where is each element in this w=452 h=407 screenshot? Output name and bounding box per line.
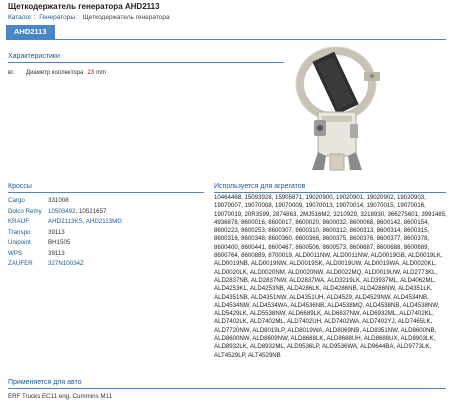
cross-code: 39113 (48, 249, 65, 257)
cross-row: KRAUF AHD2113KS, AHD2113MG (8, 217, 122, 228)
cross-code: 10521657 (78, 207, 107, 215)
breadcrumb-generators[interactable]: Генераторы (39, 14, 75, 21)
product-photo (295, 46, 380, 171)
cross-code[interactable]: AHD2113KS, AHD2113MG (48, 218, 122, 225)
breadcrumb-current: Щеткодержатель генератора (82, 14, 170, 21)
characteristic-row: вг. Диаметр коллектора 23 mm (8, 70, 106, 76)
cross-code: 39113 (48, 228, 65, 236)
cross-row: WPS 39113 (8, 249, 122, 260)
cross-row: ZAUFER 327N10034Z (8, 259, 122, 270)
cross-brand: Transpo (8, 228, 31, 236)
aggregates-heading: Используется для агрегатов (214, 182, 446, 193)
cross-brand: WPS (8, 249, 23, 257)
cross-heading: Кроссы (8, 182, 204, 193)
cross-row: Dolco Remy 10503492, 10521657 (8, 207, 122, 218)
characteristic-value: 23 (87, 70, 95, 76)
breadcrumb-catalog[interactable]: Каталог (8, 14, 32, 21)
aggregates-list: 10464468, 15093928, 15905871, 19020900, … (214, 194, 447, 359)
tab-product[interactable]: AHD2113 (6, 25, 55, 39)
apply-vehicle: ERF Trucks EC11 eng. Cummins M11 (8, 393, 112, 400)
cross-brand: Dolco Remy (8, 207, 42, 215)
cross-brand: Unipoint (8, 239, 31, 246)
cross-code[interactable]: 327N10034Z (48, 260, 84, 267)
characteristic-unit: mm (96, 70, 107, 76)
cross-code: 331008 (48, 197, 69, 204)
cross-code: BH1505 (48, 239, 71, 246)
cross-table: Cargo 331008 Dolco Remy 10503492, 10521657 K… (8, 196, 122, 270)
cross-row: Cargo 331008 (8, 196, 122, 207)
cross-brand: KRAUF (8, 218, 29, 225)
cross-brand: Cargo (8, 197, 25, 204)
apply-heading: Применяется для авто (8, 378, 446, 389)
cross-brand: ZAUFER (8, 260, 33, 267)
cross-row: Unipoint BH1505 (8, 238, 122, 249)
cross-row: Transpo 39113 (8, 228, 122, 239)
tab-bar: AHD2113 (6, 25, 446, 40)
characteristics-heading: Характеристики (8, 52, 284, 63)
cross-code[interactable]: 10503492, (48, 208, 79, 215)
characteristic-key: вг. (8, 70, 15, 76)
breadcrumb: Каталог: Генераторы: Щеткодержатель гене… (8, 14, 170, 21)
characteristic-name: Диаметр коллектора (26, 70, 84, 76)
page-title: Щеткодержатель генератора AHD2113 (8, 2, 160, 11)
